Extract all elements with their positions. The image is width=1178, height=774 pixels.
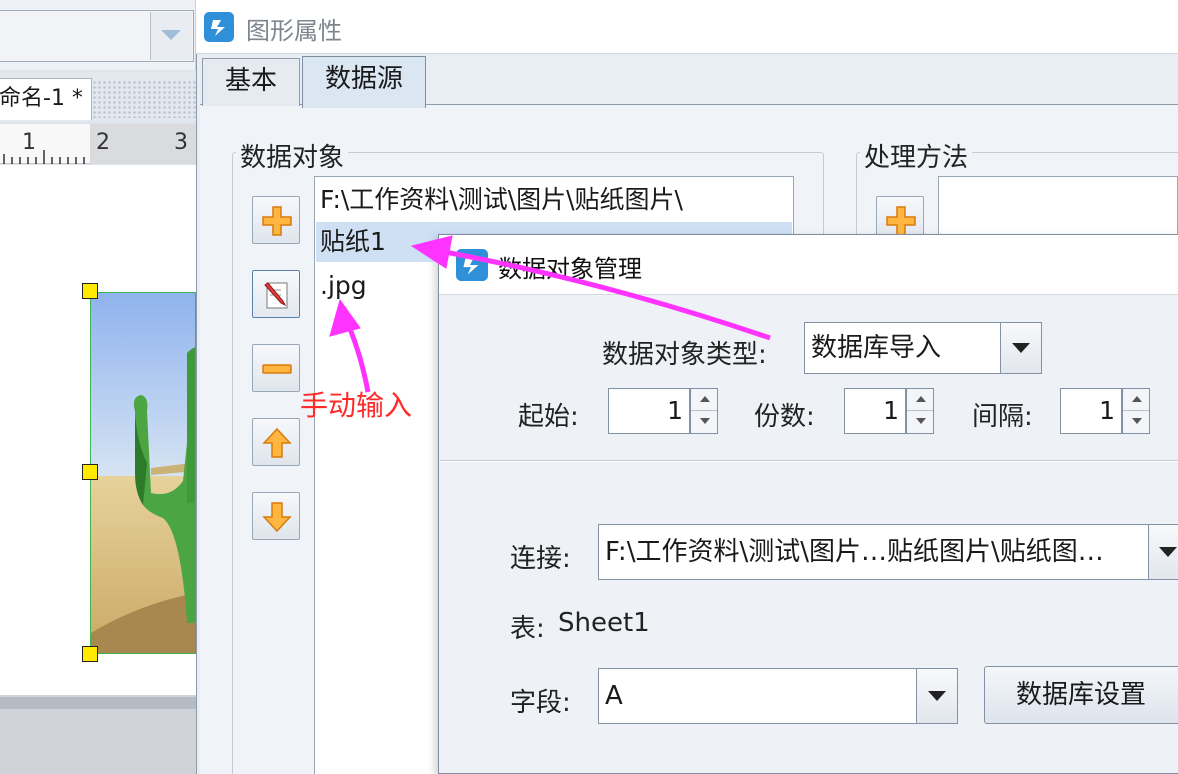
copies-input[interactable]: 1 (844, 388, 906, 434)
document-tab[interactable]: 命名-1 * (0, 78, 92, 120)
start-label: 起始: (518, 402, 579, 432)
remove-data-object-button[interactable] (252, 344, 300, 392)
edit-icon (264, 282, 288, 309)
chevron-down-icon[interactable] (1148, 524, 1178, 580)
table-label: 表: (510, 614, 545, 644)
tab-bar-pattern (92, 80, 196, 118)
add-data-object-button[interactable] (252, 196, 300, 244)
arrow-up-icon (262, 427, 292, 458)
copies-stepper[interactable] (906, 388, 934, 434)
chevron-down-icon[interactable] (916, 668, 958, 724)
ruler-mark-2: 2 (96, 130, 110, 155)
connection-select[interactable]: F:\工作资料\测试\图片…贴纸图片\贴纸图… (598, 524, 1150, 580)
list-item[interactable]: F:\工作资料\测试\图片\贴纸图片\ (316, 180, 792, 220)
arrow-down-icon (262, 502, 292, 533)
interval-input[interactable]: 1 (1060, 388, 1122, 434)
chevron-down-icon[interactable] (1000, 322, 1042, 374)
type-label: 数据对象类型: (602, 340, 767, 370)
processing-list[interactable] (938, 176, 1178, 236)
interval-stepper[interactable] (1122, 388, 1150, 434)
tab-datasource[interactable]: 数据源 (302, 56, 426, 108)
spin-down-icon[interactable] (691, 411, 717, 433)
connection-label: 连接: (510, 544, 571, 574)
table-value: Sheet1 (558, 608, 650, 638)
dialog-title: 数据对象管理 (498, 255, 642, 283)
app-logo-icon (204, 12, 234, 42)
copies-label: 份数: (754, 402, 815, 432)
add-icon (262, 206, 292, 236)
spin-down-icon[interactable] (907, 411, 933, 433)
tab-basic[interactable]: 基本 (202, 58, 300, 106)
spin-up-icon[interactable] (1123, 389, 1149, 411)
interval-label: 间隔: (972, 402, 1033, 432)
edit-data-object-button[interactable] (252, 270, 300, 318)
spin-up-icon[interactable] (907, 389, 933, 411)
resize-handle-bottom-left[interactable] (82, 646, 98, 662)
chevron-down-icon[interactable] (150, 12, 192, 60)
move-down-button[interactable] (252, 492, 300, 540)
resize-handle-middle-left[interactable] (82, 464, 98, 480)
app-logo-icon (456, 249, 488, 281)
processing-group-label: 处理方法 (860, 137, 973, 174)
move-up-button[interactable] (252, 418, 300, 466)
annotation-label: 手动输入 (300, 389, 413, 422)
dialog-title: 图形属性 (246, 17, 342, 45)
spin-up-icon[interactable] (691, 389, 717, 411)
spin-down-icon[interactable] (1123, 411, 1149, 433)
database-settings-button[interactable]: 数据库设置 (984, 666, 1178, 724)
data-object-group-label: 数据对象 (236, 137, 349, 174)
start-input[interactable]: 1 (608, 388, 690, 434)
add-icon (886, 206, 916, 236)
dialog-titlebar[interactable] (196, 0, 1178, 54)
ruler-mark-3: 3 (174, 130, 188, 155)
field-select[interactable]: A (598, 668, 918, 724)
remove-icon (262, 364, 292, 374)
field-label: 字段: (510, 688, 571, 718)
start-stepper[interactable] (690, 388, 718, 434)
data-object-type-select[interactable]: 数据库导入 (804, 322, 1002, 374)
resize-handle-top-left[interactable] (82, 283, 98, 299)
cactus-image[interactable] (90, 292, 196, 654)
ruler-mark-1: 1 (22, 130, 36, 155)
horizontal-scrollbar[interactable] (0, 697, 196, 709)
section-divider (440, 460, 1178, 462)
